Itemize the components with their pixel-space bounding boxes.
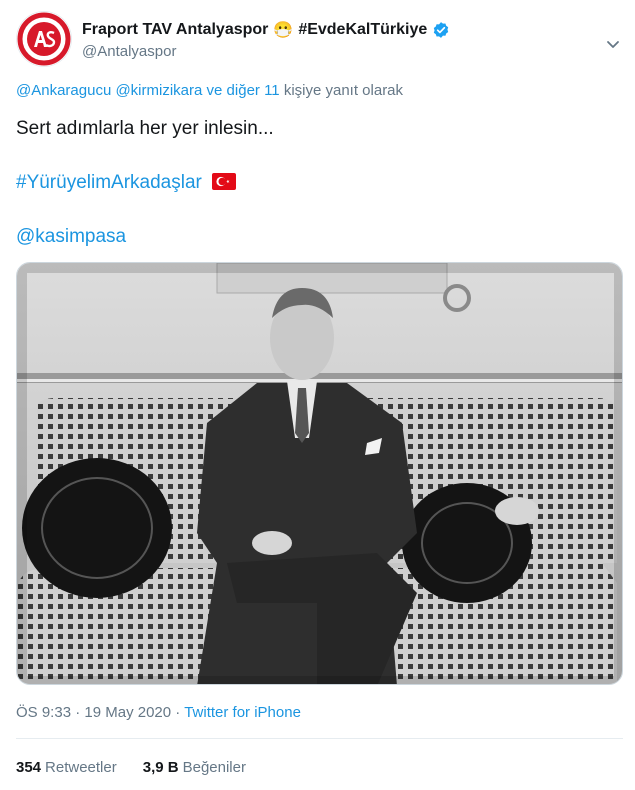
meta-separator: · bbox=[175, 704, 181, 721]
likes-stat[interactable]: 3,9 B Beğeniler bbox=[143, 759, 246, 776]
retweets-label: Retweetler bbox=[45, 759, 117, 776]
account-name-row[interactable]: Fraport TAV Antalyaspor 😷 #EvdeKalTürkiy… bbox=[82, 20, 450, 40]
reply-mention-kirmizikara[interactable]: @kirmizikara bbox=[115, 82, 202, 99]
tweet-hashtag-line: #YürüyelimArkadaşlar bbox=[16, 172, 237, 196]
replying-to-line: @Ankaragucu @kirmizikara ve diğer 11 kiş… bbox=[16, 82, 403, 99]
retweets-count: 354 bbox=[16, 759, 42, 776]
reply-others-link[interactable]: diğer 11 bbox=[227, 82, 280, 99]
likes-count: 3,9 B bbox=[142, 759, 179, 776]
divider bbox=[16, 738, 623, 739]
turkey-flag-icon bbox=[212, 173, 237, 196]
name-hashtag: #EvdeKalTürkiye bbox=[298, 21, 428, 38]
tweet-stats: 354 Retweetler 3,9 B Beğeniler bbox=[16, 759, 246, 776]
verified-badge-icon bbox=[432, 21, 450, 39]
retweets-stat[interactable]: 354 Retweetler bbox=[16, 759, 117, 776]
tweet-date[interactable]: 19 May 2020 bbox=[84, 704, 171, 721]
avatar[interactable] bbox=[16, 11, 72, 67]
mask-emoji-icon: 😷 bbox=[273, 22, 294, 39]
tweet-hashtag[interactable]: #YürüyelimArkadaşlar bbox=[16, 172, 202, 193]
likes-label: Beğeniler bbox=[182, 759, 246, 776]
tweet-meta: ÖS 9:33 · 19 May 2020 · Twitter for iPho… bbox=[16, 704, 301, 721]
reply-mention-ankaragucu[interactable]: @Ankaragucu bbox=[16, 82, 111, 99]
reply-suffix: kişiye yanıt olarak bbox=[283, 82, 404, 99]
tweet-source[interactable]: Twitter for iPhone bbox=[184, 704, 301, 721]
reply-connector[interactable]: ve bbox=[207, 82, 223, 99]
display-name[interactable]: Fraport TAV Antalyaspor bbox=[82, 21, 268, 39]
tweet-time[interactable]: ÖS 9:33 bbox=[16, 704, 71, 721]
tweet-mention-line: @kasimpasa bbox=[16, 226, 126, 248]
meta-separator: · bbox=[75, 704, 81, 721]
account-handle[interactable]: @Antalyaspor bbox=[82, 43, 176, 60]
tweet-mention-kasimpasa[interactable]: @kasimpasa bbox=[16, 226, 126, 247]
photo-image bbox=[17, 263, 622, 684]
club-logo-icon bbox=[17, 12, 71, 66]
chevron-down-icon[interactable] bbox=[603, 34, 623, 54]
tweet-text-line: Sert adımlarla her yer inlesin... bbox=[16, 118, 274, 139]
tweet-photo[interactable] bbox=[16, 262, 623, 685]
